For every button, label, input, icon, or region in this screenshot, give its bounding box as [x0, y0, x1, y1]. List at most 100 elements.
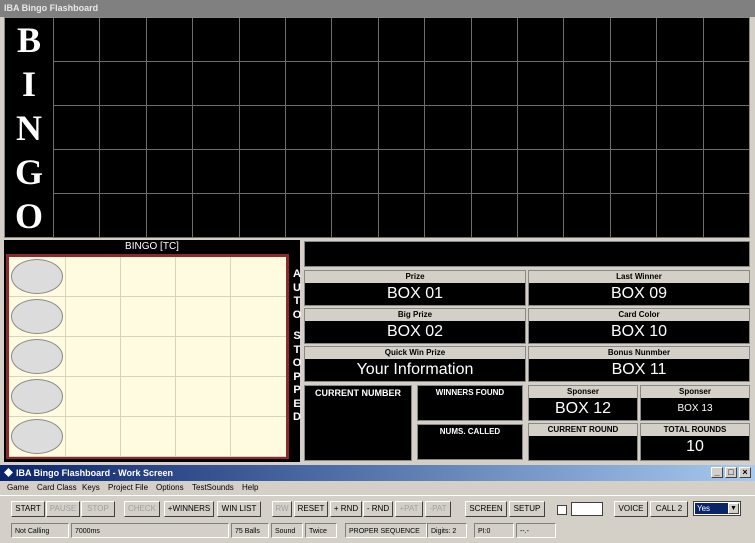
yes-select[interactable]: Yes ▼ [693, 501, 741, 516]
board-number-cell [285, 106, 332, 150]
board-row: O [5, 194, 749, 238]
card-cell [120, 417, 175, 457]
close-button[interactable]: × [739, 467, 751, 478]
board-number-cell [609, 62, 657, 106]
sponser-value-1: BOX 12 [554, 400, 612, 417]
board-number-cell [424, 18, 471, 62]
board-number-cell [145, 18, 193, 62]
option-checkbox[interactable] [557, 505, 567, 515]
menu-help[interactable]: Help [242, 481, 258, 495]
card-color-box: Card Color BOX 10 [528, 308, 750, 344]
minus-pattern-button[interactable]: -PAT [425, 501, 451, 517]
card-cell [120, 337, 175, 377]
board-number-cell [331, 106, 378, 150]
auto-status-letter: T [293, 295, 301, 307]
chevron-down-icon[interactable]: ▼ [728, 503, 739, 514]
card-cell [230, 257, 285, 297]
status-balls: 75 Balls [231, 523, 269, 538]
win-list-button[interactable]: WIN LIST [217, 501, 261, 517]
card-cell [175, 257, 230, 297]
card-cell [120, 377, 175, 417]
quick-win-box: Quick Win Prize Your Information [304, 346, 526, 382]
board-number-cell [377, 194, 425, 238]
board-number-cell [145, 62, 193, 106]
yes-select-value: Yes [695, 503, 728, 514]
card-color-value: BOX 10 [610, 323, 668, 340]
bonus-number-box: Bonus Nunmber BOX 11 [528, 346, 750, 382]
sponser-label-2: Sponser [641, 386, 749, 398]
board-number-cell [192, 62, 239, 106]
work-screen-titlebar[interactable]: IBA Bingo Flashboard - Work Screen _ □ × [0, 465, 755, 481]
card-cell [230, 337, 285, 377]
option-text-field[interactable] [571, 502, 603, 516]
board-number-cell [702, 18, 749, 62]
pause-button[interactable]: PAUSE [46, 501, 80, 517]
setup-button[interactable]: SETUP [509, 501, 545, 517]
card-cell [65, 337, 120, 377]
menu-options[interactable]: Options [156, 481, 184, 495]
voice-button[interactable]: VOICE [614, 501, 648, 517]
minus-round-button[interactable]: - RND [363, 501, 393, 517]
board-number-cell [192, 106, 239, 150]
maximize-button[interactable]: □ [725, 467, 737, 478]
card-row [9, 297, 286, 337]
board-number-cell [656, 150, 703, 194]
status-sound: Sound [271, 523, 303, 538]
board-number-cell [53, 150, 100, 194]
menu-keys[interactable]: Keys [82, 481, 100, 495]
current-round-box: CURRENT ROUND [528, 423, 638, 461]
bonus-number-value: BOX 11 [611, 361, 667, 378]
current-number-box: CURRENT NUMBER [304, 385, 412, 461]
board-number-cell [470, 18, 517, 62]
board-letter: I [21, 64, 36, 104]
card-cell [230, 417, 285, 457]
card-ball [11, 419, 63, 454]
board-number-cell [99, 150, 146, 194]
menu-card-class[interactable]: Card Class [37, 481, 77, 495]
plus-round-button[interactable]: + RND [330, 501, 362, 517]
menu-game[interactable]: Game [7, 481, 29, 495]
minimize-button[interactable]: _ [711, 467, 723, 478]
card-cell [120, 257, 175, 297]
board-number-cell [702, 106, 749, 150]
board-number-cell [609, 106, 657, 150]
board-number-cell [470, 150, 517, 194]
bonus-number-label: Bonus Nunmber [529, 347, 749, 359]
quick-win-label: Quick Win Prize [305, 347, 525, 359]
board-number-cell [563, 62, 610, 106]
quick-win-value: Your Information [356, 361, 474, 378]
total-rounds-box: TOTAL ROUNDS 10 [640, 423, 750, 461]
flashboard-window: IBA Bingo Flashboard BINGO BINGO [TC] AU… [0, 0, 755, 465]
status-digits: Digits: 2 [427, 523, 467, 538]
card-color-label: Card Color [529, 309, 749, 321]
card-cell [175, 337, 230, 377]
board-number-cell [145, 194, 193, 238]
board-number-cell [238, 18, 285, 62]
auto-status-letter: T [293, 343, 301, 356]
board-number-cell [192, 18, 239, 62]
auto-status-letter: U [293, 281, 301, 294]
work-screen-title: IBA Bingo Flashboard - Work Screen [16, 468, 174, 478]
last-winner-value: BOX 09 [610, 285, 668, 302]
rw-button[interactable]: RW [272, 501, 292, 517]
reset-button[interactable]: RESET [294, 501, 328, 517]
board-number-cell [609, 150, 657, 194]
plus-pattern-button[interactable]: +PAT [395, 501, 423, 517]
stop-button[interactable]: STOP [81, 501, 115, 517]
status-twice: Twice [305, 523, 337, 538]
board-number-cell [53, 194, 100, 238]
message-banner [304, 241, 750, 267]
status-calling: Not Calling [11, 523, 69, 538]
card-cell [120, 297, 175, 337]
menu-project-file[interactable]: Project File [108, 481, 148, 495]
start-button[interactable]: START [11, 501, 45, 517]
toolbar: START PAUSE STOP CHECK +WINNERS WIN LIST… [0, 495, 755, 520]
board-number-cell [99, 106, 146, 150]
bingo-card-grid [6, 254, 289, 459]
screen-button[interactable]: SCREEN [465, 501, 507, 517]
check-button[interactable]: CHECK [124, 501, 160, 517]
menu-testsounds[interactable]: TestSounds [192, 481, 234, 495]
board-number-cell [238, 194, 285, 238]
add-winners-button[interactable]: +WINNERS [164, 501, 214, 517]
call-button[interactable]: CALL 2 [650, 501, 688, 517]
